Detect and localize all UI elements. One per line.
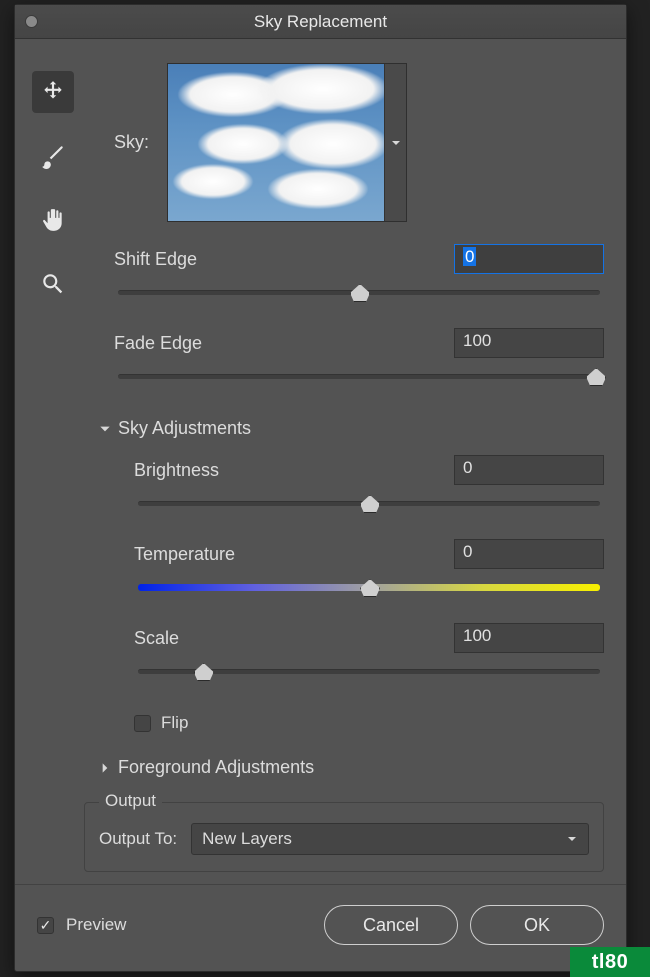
shift-edge-slider[interactable] <box>118 282 600 302</box>
foreground-adjustments-header[interactable]: Foreground Adjustments <box>98 757 604 778</box>
scale-input[interactable]: 100 <box>454 623 604 653</box>
sky-adjustments-header[interactable]: Sky Adjustments <box>98 418 604 439</box>
tool-column <box>15 39 90 884</box>
output-to-select[interactable]: New Layers <box>191 823 589 855</box>
brush-tool[interactable] <box>32 135 74 177</box>
move-tool[interactable] <box>32 71 74 113</box>
scale-label: Scale <box>134 628 179 649</box>
temperature-slider[interactable] <box>138 577 600 597</box>
output-to-label: Output To: <box>99 829 177 849</box>
sky-picker[interactable] <box>167 63 407 222</box>
sky-label: Sky: <box>114 132 149 153</box>
scale-slider[interactable] <box>138 661 600 681</box>
fade-edge-slider[interactable] <box>118 366 600 386</box>
zoom-tool[interactable] <box>32 263 74 305</box>
sky-replacement-dialog: Sky Replacement Sky: <box>14 4 627 972</box>
sky-thumbnail <box>168 64 384 221</box>
shift-edge-input[interactable]: 0 <box>454 244 604 274</box>
watermark: tl80 <box>570 947 650 977</box>
output-group: Output Output To: New Layers <box>84 802 604 872</box>
shift-edge-label: Shift Edge <box>114 249 197 270</box>
flip-checkbox[interactable] <box>134 715 151 732</box>
fade-edge-label: Fade Edge <box>114 333 202 354</box>
brightness-input[interactable]: 0 <box>454 455 604 485</box>
flip-label: Flip <box>161 713 188 733</box>
brush-icon <box>40 143 66 169</box>
chevron-down-icon <box>390 137 402 149</box>
temperature-input[interactable]: 0 <box>454 539 604 569</box>
ok-button[interactable]: OK <box>470 905 604 945</box>
dialog-title: Sky Replacement <box>254 12 387 32</box>
brightness-slider[interactable] <box>138 493 600 513</box>
hand-tool[interactable] <box>32 199 74 241</box>
titlebar[interactable]: Sky Replacement <box>15 5 626 39</box>
fade-edge-input[interactable]: 100 <box>454 328 604 358</box>
close-icon[interactable] <box>25 15 38 28</box>
move-icon <box>40 79 66 105</box>
hand-icon <box>40 207 66 233</box>
temperature-label: Temperature <box>134 544 235 565</box>
zoom-icon <box>40 271 66 297</box>
chevron-right-icon <box>98 761 112 775</box>
cancel-button[interactable]: Cancel <box>324 905 458 945</box>
chevron-down-icon <box>98 422 112 436</box>
chevron-down-icon <box>566 833 578 845</box>
preview-label: Preview <box>66 915 126 935</box>
main-panel: Sky: Shift Ed <box>90 39 626 884</box>
dialog-footer: Preview Cancel OK <box>15 884 626 971</box>
brightness-label: Brightness <box>134 460 219 481</box>
output-legend: Output <box>99 791 162 811</box>
preview-checkbox[interactable] <box>37 917 54 934</box>
sky-dropdown-arrow[interactable] <box>384 64 406 221</box>
